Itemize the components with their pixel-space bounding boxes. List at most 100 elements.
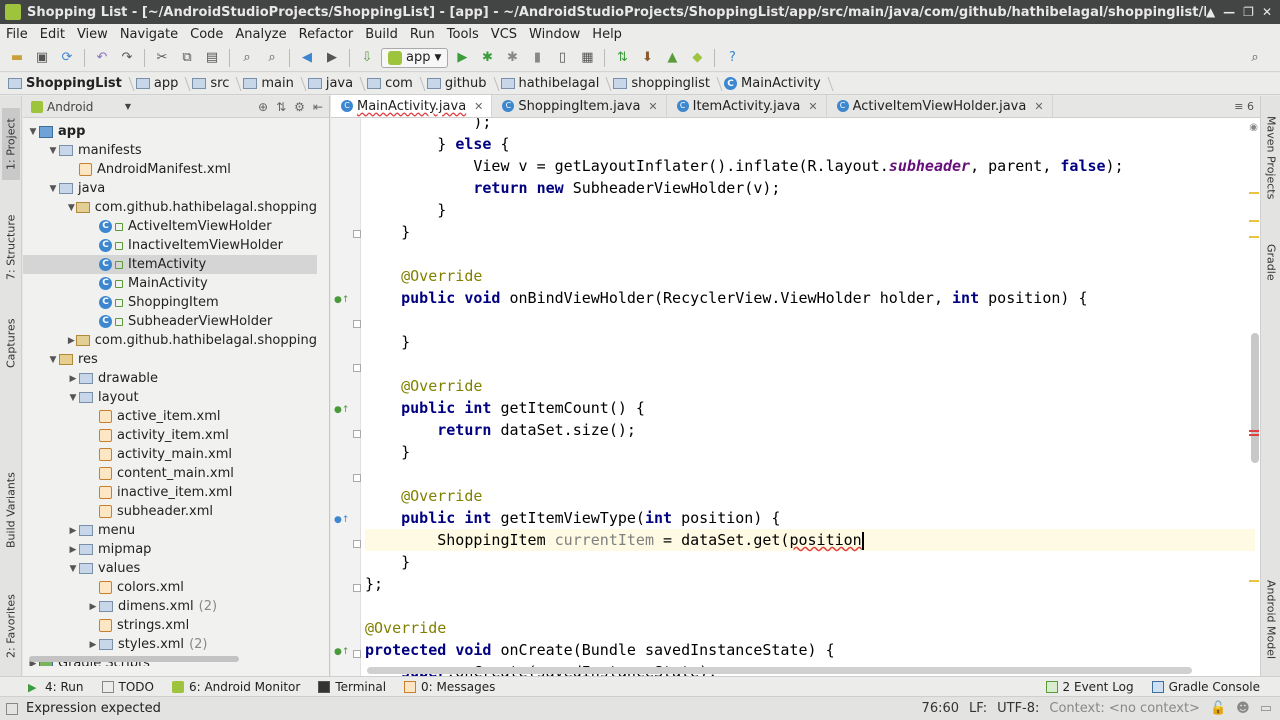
device-monitor-icon[interactable]: ▲ — [661, 47, 683, 69]
tree-item[interactable]: ▼ manifests — [23, 141, 317, 160]
tree-item[interactable]: C ItemActivity — [23, 255, 317, 274]
back-icon[interactable]: ◀ — [296, 47, 318, 69]
tab-gradle-console[interactable]: Gradle Console — [1151, 680, 1260, 694]
restore-icon[interactable]: ❐ — [1243, 5, 1254, 19]
project-structure-icon[interactable]: ▦ — [576, 47, 598, 69]
tree-item[interactable]: C InactiveItemViewHolder — [23, 236, 317, 255]
code-line[interactable]: public int getItemCount() { — [365, 397, 1255, 419]
cut-icon[interactable]: ✂ — [151, 47, 173, 69]
menu-view[interactable]: View — [71, 27, 114, 42]
code-line[interactable]: } — [365, 221, 1255, 243]
menu-navigate[interactable]: Navigate — [114, 27, 184, 42]
run-configuration-select[interactable]: app ▼ — [381, 47, 449, 68]
override-marker-icon[interactable]: ●↑ — [334, 295, 349, 305]
make-project-icon[interactable]: ⇩ — [356, 47, 378, 69]
code-line[interactable]: return new SubheaderViewHolder(v); — [365, 177, 1255, 199]
code-line[interactable] — [365, 595, 1255, 617]
code-line[interactable]: } — [365, 199, 1255, 221]
inspector-icon[interactable]: ☻ — [1236, 701, 1250, 716]
tree-item[interactable]: ▼ java — [23, 179, 317, 198]
tree-item[interactable]: ▶ mipmap — [23, 540, 317, 559]
code-line[interactable]: }; — [365, 573, 1255, 595]
tree-item[interactable]: ▶ menu — [23, 521, 317, 540]
tree-item[interactable]: subheader.xml — [23, 502, 317, 521]
code-line[interactable]: @Override — [365, 617, 1255, 639]
code-area[interactable]: ●↑ ●↑ ●↑ ●↑ ); } else { View v = getLayo… — [331, 118, 1260, 676]
fold-icon[interactable] — [353, 584, 361, 592]
breadcrumb-github[interactable]: github — [423, 74, 497, 94]
tab-android-monitor[interactable]: 6: Android Monitor — [171, 680, 300, 694]
help-icon[interactable]: ? — [721, 47, 743, 69]
breadcrumb-src[interactable]: src — [188, 74, 239, 94]
code-line[interactable]: @Override — [365, 375, 1255, 397]
breadcrumb-java[interactable]: java — [304, 74, 363, 94]
android-device-icon[interactable]: ◆ — [686, 47, 708, 69]
tab-structure[interactable]: 7: Structure — [2, 208, 20, 286]
fold-icon[interactable] — [353, 540, 361, 548]
expanded-arrow-icon[interactable]: ▼ — [67, 203, 76, 213]
fold-icon[interactable] — [353, 230, 361, 238]
run-icon[interactable]: ▶ — [451, 47, 473, 69]
collapsed-arrow-icon[interactable]: ▶ — [87, 640, 99, 650]
breadcrumb-hathibelagal[interactable]: hathibelagal — [497, 74, 610, 94]
hide-panel-icon[interactable]: ⇤ — [313, 100, 323, 114]
tab-overflow-button[interactable]: ≡ 6 — [1228, 100, 1260, 113]
tree-item[interactable]: C ActiveItemViewHolder — [23, 217, 317, 236]
code-line[interactable]: public void onBindViewHolder(RecyclerVie… — [365, 287, 1255, 309]
warning-marker[interactable] — [1249, 236, 1259, 238]
save-all-icon[interactable]: ▣ — [31, 47, 53, 69]
maximize-icon[interactable]: ▲ — [1206, 5, 1215, 19]
menu-help[interactable]: Help — [586, 27, 628, 42]
breadcrumb-app[interactable]: app — [132, 74, 188, 94]
sdk-manager-icon[interactable]: ⬇ — [636, 47, 658, 69]
tree-item[interactable]: ▼ res — [23, 350, 317, 369]
tree-item[interactable]: activity_main.xml — [23, 445, 317, 464]
tree-item[interactable]: ▼ com.github.hathibelagal.shopping — [23, 198, 317, 217]
menu-code[interactable]: Code — [184, 27, 229, 42]
code-line[interactable] — [365, 353, 1255, 375]
lock-icon[interactable]: 🔓 — [1210, 701, 1226, 716]
tree-item[interactable]: colors.xml — [23, 578, 317, 597]
editor-horizontal-scrollbar[interactable] — [367, 667, 1192, 674]
close-icon[interactable]: ✕ — [1034, 100, 1043, 113]
expanded-arrow-icon[interactable]: ▼ — [47, 355, 59, 365]
tab-run[interactable]: ▶ 4: Run — [28, 680, 84, 694]
tree-item[interactable]: C MainActivity — [23, 274, 317, 293]
forward-icon[interactable]: ▶ — [321, 47, 343, 69]
tab-build-variants[interactable]: Build Variants — [2, 470, 20, 550]
close-icon[interactable]: ✕ — [648, 100, 657, 113]
override-marker-icon[interactable]: ●↑ — [334, 515, 349, 525]
breadcrumb-shoppinglist-pkg[interactable]: shoppinglist — [609, 74, 720, 94]
collapsed-arrow-icon[interactable]: ▶ — [67, 374, 79, 384]
debug-icon[interactable]: ✱ — [476, 47, 498, 69]
tab-shoppingitem[interactable]: C ShoppingItem.java ✕ — [492, 95, 667, 117]
tab-gradle[interactable]: Gradle — [1262, 234, 1280, 290]
expanded-arrow-icon[interactable]: ▼ — [67, 564, 79, 574]
tree-item[interactable]: ▶ drawable — [23, 369, 317, 388]
tree-item[interactable]: C SubheaderViewHolder — [23, 312, 317, 331]
error-marker[interactable] — [1249, 434, 1259, 436]
tab-favorites[interactable]: 2: Favorites — [2, 586, 20, 666]
code-line[interactable]: return dataSet.size(); — [365, 419, 1255, 441]
tab-mainactivity[interactable]: C MainActivity.java ✕ — [331, 95, 493, 117]
expanded-arrow-icon[interactable]: ▼ — [67, 393, 79, 403]
caret-position[interactable]: 76:60 — [922, 701, 959, 716]
tab-terminal[interactable]: Terminal — [318, 680, 386, 694]
code-line[interactable] — [365, 463, 1255, 485]
close-icon[interactable]: ✕ — [808, 100, 817, 113]
collapse-all-icon[interactable]: ⇅ — [276, 100, 286, 114]
menu-analyze[interactable]: Analyze — [229, 27, 292, 42]
breadcrumb-mainactivity[interactable]: C MainActivity — [720, 74, 831, 94]
tree-item[interactable]: ▼ layout — [23, 388, 317, 407]
attach-debugger-icon[interactable]: ✱ — [501, 47, 523, 69]
fold-icon[interactable] — [353, 474, 361, 482]
tree-item[interactable]: content_main.xml — [23, 464, 317, 483]
find-icon[interactable]: ⌕ — [236, 47, 258, 69]
redo-icon[interactable]: ↷ — [116, 47, 138, 69]
warning-marker[interactable] — [1249, 192, 1259, 194]
file-encoding[interactable]: UTF-8: — [997, 701, 1039, 716]
line-separator[interactable]: LF: — [969, 701, 987, 716]
collapsed-arrow-icon[interactable]: ▶ — [87, 602, 99, 612]
collapsed-arrow-icon[interactable]: ▶ — [67, 526, 79, 536]
tree-item[interactable]: active_item.xml — [23, 407, 317, 426]
